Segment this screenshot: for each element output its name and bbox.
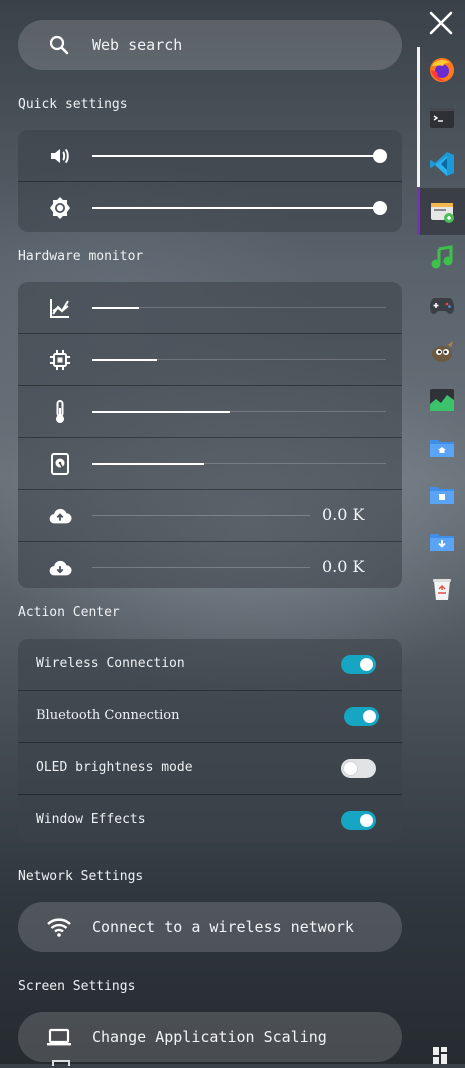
oled-toggle[interactable] (341, 759, 376, 778)
disk-bar (92, 463, 386, 465)
toggle-row-window-effects[interactable]: Window Effects (18, 795, 402, 842)
download-rate: 0.0 K (322, 557, 365, 576)
software-center-icon[interactable] (429, 198, 455, 224)
toggle-knob (344, 762, 357, 775)
app-dock (417, 0, 465, 1064)
search-placeholder: Web search (92, 36, 183, 54)
partial-icon (52, 1060, 70, 1066)
hard-disk-icon (48, 452, 72, 476)
network-settings-title: Network Settings (18, 869, 144, 884)
app-grid-icon[interactable] (433, 1047, 447, 1064)
brightness-row (18, 182, 402, 232)
wireless-toggle[interactable] (341, 655, 376, 674)
screen-settings-title: Screen Settings (18, 979, 136, 994)
hardware-monitor-card: 0.0 K 0.0 K (18, 282, 402, 588)
upload-bar (92, 515, 310, 516)
gimp-icon[interactable] (429, 339, 455, 365)
hardware-monitor-title: Hardware monitor (18, 249, 144, 264)
bluetooth-label: Bluetooth Connection (36, 708, 180, 723)
cpu-graph-fill (92, 307, 140, 309)
system-monitor-icon[interactable] (429, 387, 455, 413)
brightness-fill (92, 207, 380, 209)
disk-fill (92, 463, 204, 465)
cpu-graph-bar (92, 307, 386, 309)
trash-icon[interactable] (429, 576, 455, 602)
toggle-knob (360, 814, 373, 827)
cpu-fill (92, 359, 157, 361)
games-icon[interactable] (429, 292, 455, 318)
toggle-row-oled[interactable]: OLED brightness mode (18, 743, 402, 795)
documents-folder-icon[interactable] (429, 482, 455, 508)
cpu-chip-icon (48, 348, 72, 372)
search-icon (46, 32, 72, 58)
temperature-fill (92, 411, 231, 413)
home-folder-icon[interactable] (429, 435, 455, 461)
quick-settings-card (18, 130, 402, 232)
toggle-knob (360, 658, 373, 671)
quick-settings-title: Quick settings (18, 97, 128, 112)
disk-row (18, 438, 402, 490)
toggle-row-bluetooth[interactable]: Bluetooth Connection (18, 691, 402, 743)
volume-fill (92, 155, 380, 157)
dock-active-indicator (417, 188, 420, 235)
vscode-icon[interactable] (429, 151, 455, 177)
volume-slider[interactable] (92, 149, 387, 163)
action-center-card: Wireless Connection Bluetooth Connection… (18, 639, 402, 842)
dock-scroll-indicator[interactable] (417, 47, 420, 187)
cpu-row (18, 334, 402, 386)
laptop-icon (46, 1024, 72, 1050)
cloud-upload-icon (48, 504, 72, 528)
wifi-icon (46, 914, 72, 940)
upload-row: 0.0 K (18, 490, 402, 542)
cloud-download-icon (48, 556, 72, 580)
download-row: 0.0 K (18, 542, 402, 588)
cpu-bar (92, 359, 386, 361)
brightness-knob[interactable] (373, 201, 387, 215)
change-scaling-label: Change Application Scaling (92, 1028, 327, 1046)
connect-wireless-button[interactable]: Connect to a wireless network (18, 902, 402, 952)
volume-icon[interactable] (48, 144, 72, 168)
toggle-row-wireless[interactable]: Wireless Connection (18, 639, 402, 691)
change-scaling-button[interactable]: Change Application Scaling (18, 1012, 402, 1062)
downloads-folder-icon[interactable] (429, 529, 455, 555)
brightness-icon[interactable] (48, 196, 72, 220)
temperature-bar (92, 411, 386, 413)
firefox-icon[interactable] (429, 57, 455, 83)
web-search-bar[interactable]: Web search (18, 20, 402, 70)
window-effects-label: Window Effects (36, 812, 146, 827)
window-effects-toggle[interactable] (341, 811, 376, 830)
oled-label: OLED brightness mode (36, 760, 193, 775)
chart-icon (48, 296, 72, 320)
music-player-icon[interactable] (429, 245, 455, 271)
thermometer-icon (48, 400, 72, 424)
toggle-knob (363, 710, 376, 723)
cpu-graph-row (18, 282, 402, 334)
connect-wireless-label: Connect to a wireless network (92, 918, 354, 936)
wireless-label: Wireless Connection (36, 656, 185, 671)
volume-row (18, 130, 402, 182)
volume-knob[interactable] (373, 149, 387, 163)
action-center-title: Action Center (18, 605, 120, 620)
temperature-row (18, 386, 402, 438)
upload-rate: 0.0 K (322, 505, 365, 524)
brightness-slider[interactable] (92, 201, 387, 215)
bluetooth-toggle[interactable] (344, 707, 379, 726)
terminal-icon[interactable] (429, 105, 455, 131)
download-bar (92, 567, 310, 568)
